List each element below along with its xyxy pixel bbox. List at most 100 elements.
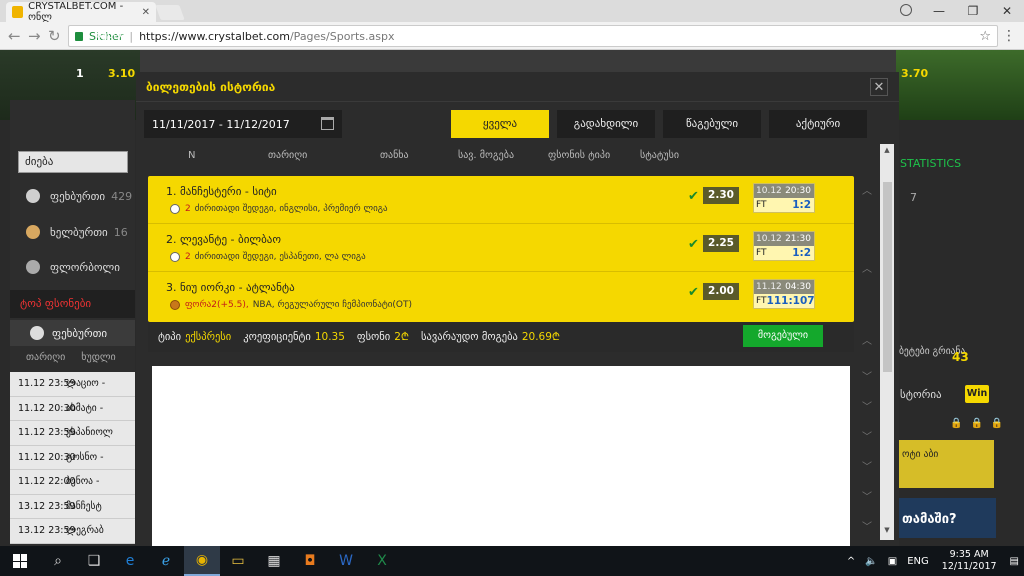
reload-icon[interactable]: ↻ xyxy=(48,27,61,45)
chevron-down-icon[interactable]: ﹀ xyxy=(860,518,874,533)
excel-icon[interactable]: X xyxy=(364,546,400,576)
sport-item-football[interactable]: ფეხბურთი 429 xyxy=(26,186,132,206)
chevron-down-icon[interactable]: ﹀ xyxy=(860,458,874,473)
promo-banner[interactable]: თამაში? xyxy=(896,498,996,538)
bet-row[interactable]: 2. ლევანტე - ბილბაო 2 ძირითადი შედეგი, ე… xyxy=(148,224,854,272)
chevron-up-icon[interactable]: ︿ xyxy=(860,182,874,197)
bet-score: 1:2 xyxy=(792,199,811,211)
tray-chevron-icon[interactable]: ^ xyxy=(847,556,855,567)
volume-icon[interactable]: 🔈 xyxy=(865,556,877,567)
bet-score: 111:107 xyxy=(766,295,815,307)
col-bet-type[interactable]: ფსონის ტიპი xyxy=(548,150,610,161)
edge-icon[interactable]: e xyxy=(112,546,148,576)
outlook-icon[interactable]: ◘ xyxy=(292,546,328,576)
bet-league: 2 ძირითადი შედეგი, ესპანეთი, ლა ლიგა xyxy=(170,252,366,262)
list-item[interactable]: 11.12 20:30 ახმატი - xyxy=(10,396,135,421)
ticket-card: 1. მანჩესტერი - სიტი 2 ძირითადი შედეგი, … xyxy=(148,176,854,322)
list-item[interactable]: 11.12 20:30 ტოსნო - xyxy=(10,445,135,470)
list-item[interactable]: 11.12 22:00 ბენოა - xyxy=(10,470,135,495)
calculator-icon[interactable]: ▦ xyxy=(256,546,292,576)
url-separator: | xyxy=(129,29,134,43)
word-icon[interactable]: W xyxy=(328,546,364,576)
close-window-icon[interactable]: ✕ xyxy=(990,0,1024,22)
network-icon[interactable]: ▣ xyxy=(888,556,897,567)
check-icon: ✔ xyxy=(688,285,699,300)
close-tab-icon[interactable]: ✕ xyxy=(142,7,150,18)
scroll-down-icon[interactable]: ▼ xyxy=(880,524,894,536)
sport-search-input[interactable]: ძიება xyxy=(18,151,128,173)
notifications-icon[interactable]: ▤ xyxy=(1010,556,1019,567)
address-bar: ← → ↻ Sicher | https://www.crystalbet.co… xyxy=(0,22,1024,50)
list-item[interactable]: 13.12 23:59 ლეგრაბ xyxy=(10,519,135,544)
scroll-thumb[interactable] xyxy=(883,182,892,372)
search-icon[interactable]: ⌕ xyxy=(40,546,76,576)
col-date[interactable]: თარიღი xyxy=(268,150,307,161)
back-icon[interactable]: ← xyxy=(8,27,21,45)
bookmark-star-icon[interactable]: ☆ xyxy=(979,29,991,44)
list-item[interactable]: 13.12 23:59 მანჩესტ xyxy=(10,494,135,519)
bg-odds-left: 3.10 xyxy=(108,67,136,80)
statistics-link[interactable]: STATISTICS xyxy=(900,157,961,170)
won-status-button[interactable]: მოგებული xyxy=(743,325,823,347)
filter-active-button[interactable]: აქტიური xyxy=(769,110,867,138)
win-badge[interactable]: Win xyxy=(965,385,989,403)
summary-win-label: სავარაუდო მოგება xyxy=(421,331,518,343)
right-history-label: სტორია xyxy=(900,388,942,401)
list-item[interactable]: 11.12 23:59 ლაციო - xyxy=(10,372,135,397)
start-button[interactable] xyxy=(0,546,40,576)
bet-ft: FT xyxy=(756,248,767,258)
bet-row[interactable]: 3. ნიუ იორკი - ატლანტა ფორა2(+5.5), NBA,… xyxy=(148,272,854,320)
chevron-down-icon[interactable]: ﹀ xyxy=(860,368,874,383)
ie-icon[interactable]: ℯ xyxy=(148,546,184,576)
chevron-down-icon[interactable]: ﹀ xyxy=(860,488,874,503)
chevron-down-icon[interactable]: ﹀ xyxy=(860,428,874,443)
calendar-icon[interactable] xyxy=(321,117,334,130)
forward-icon[interactable]: → xyxy=(28,27,41,45)
summary-win-value: 20.69₾ xyxy=(521,331,560,343)
bet-odd: 2.25 xyxy=(703,235,739,252)
explorer-icon[interactable]: ▭ xyxy=(220,546,256,576)
date-range-input[interactable]: 11/11/2017 - 11/12/2017 xyxy=(144,110,342,138)
bet-row[interactable]: 1. მანჩესტერი - სიტი 2 ძირითადი შედეგი, … xyxy=(148,176,854,224)
filter-lost-button[interactable]: წაგებული xyxy=(663,110,761,138)
chevron-down-icon[interactable]: ﹀ xyxy=(860,398,874,413)
col-number[interactable]: N xyxy=(188,150,195,161)
list-item[interactable]: 11.12 23:59 ესპანიოლ xyxy=(10,421,135,446)
summary-coef-label: კოეფიციენტი xyxy=(243,331,311,343)
new-tab-button[interactable] xyxy=(155,5,185,20)
bet-date: 11.12 xyxy=(756,282,782,292)
minimize-icon[interactable]: — xyxy=(922,0,956,22)
url-field[interactable]: Sicher | https://www.crystalbet.com /Pag… xyxy=(68,25,998,47)
filter-paid-button[interactable]: გადახდილი xyxy=(557,110,655,138)
col-amount[interactable]: თანხა xyxy=(380,150,409,161)
summary-stake-value: 2₾ xyxy=(394,331,410,343)
chevron-up-icon[interactable]: ︿ xyxy=(860,260,874,275)
sport-item-handball[interactable]: ხელბურთი 16 xyxy=(26,222,128,242)
chrome-icon[interactable]: ◉ xyxy=(184,546,220,576)
chevron-up-icon[interactable]: ︿ xyxy=(860,332,874,347)
taskbar-clock[interactable]: 9:35 AM 12/11/2017 xyxy=(942,549,997,573)
top-events-header[interactable]: ტოპ ფსონები xyxy=(10,290,135,318)
col-status[interactable]: სტატუსი xyxy=(640,150,679,161)
windows-icon xyxy=(13,554,27,568)
profile-icon[interactable] xyxy=(900,4,912,16)
col-potential-win[interactable]: სავ. მოგება xyxy=(458,150,514,161)
close-icon[interactable]: ✕ xyxy=(870,78,888,96)
events-header: თარიღი ხუდლი xyxy=(10,348,135,368)
date-range-value: 11/11/2017 - 11/12/2017 xyxy=(152,117,290,131)
browser-menu-icon[interactable]: ⋮ xyxy=(1002,28,1016,44)
url-host: https://www.crystalbet.com xyxy=(139,29,290,43)
sport-item-floorball[interactable]: ფლორბოლი xyxy=(26,257,120,277)
scroll-up-icon[interactable]: ▲ xyxy=(880,144,894,156)
promo-box[interactable]: ოტი აბი xyxy=(896,440,994,488)
ticket-table-header: N თარიღი თანხა სავ. მოგება ფსონის ტიპი ს… xyxy=(148,148,878,166)
language-indicator[interactable]: ENG xyxy=(907,556,929,567)
task-view-icon[interactable]: ❑ xyxy=(76,546,112,576)
filter-all-button[interactable]: ყველა xyxy=(451,110,549,138)
url-path: /Pages/Sports.aspx xyxy=(289,29,395,43)
football-tab[interactable]: ფეხბურთი xyxy=(10,320,135,346)
clock-date: 12/11/2017 xyxy=(941,561,997,572)
browser-tab[interactable]: CRYSTALBET.COM - ონლ ✕ xyxy=(6,1,156,23)
window-controls: — ❐ ✕ xyxy=(922,0,1024,22)
maximize-icon[interactable]: ❐ xyxy=(956,0,990,22)
